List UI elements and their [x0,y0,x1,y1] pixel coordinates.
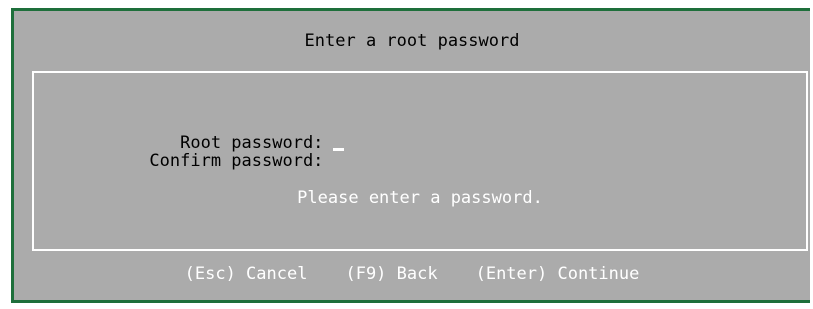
root-password-dialog: Enter a root password Root password: Con… [14,11,810,300]
continue-action[interactable]: (Enter) Continue [476,264,640,284]
confirm-password-input[interactable] [333,151,393,171]
root-password-row: Root password: [42,113,542,153]
confirm-password-label: Confirm password: [149,151,324,171]
password-form-box: Root password: Confirm password: Please … [32,71,808,251]
back-action[interactable]: (F9) Back [345,264,437,284]
status-message: Please enter a password. [297,188,543,208]
cancel-action[interactable]: (Esc) Cancel [185,264,308,284]
confirm-password-row: Confirm password: [42,131,542,171]
dialog-title: Enter a root password [304,31,520,51]
footer-actions: (Esc) Cancel (F9) Back (Enter) Continue [14,264,810,284]
